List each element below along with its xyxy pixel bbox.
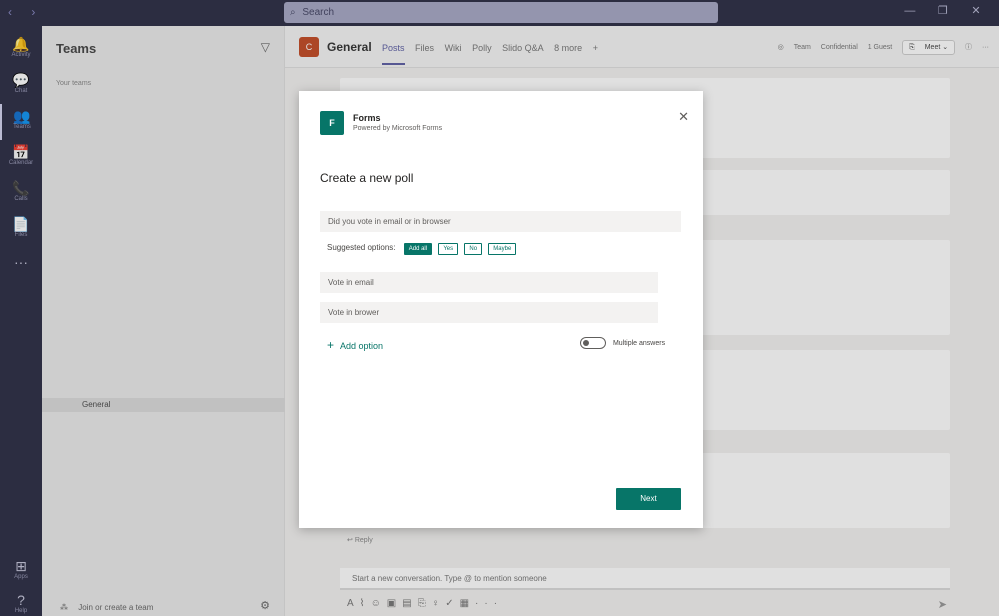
chip-maybe[interactable]: Maybe: [488, 243, 517, 255]
chip-yes[interactable]: Yes: [438, 243, 459, 255]
toggle-switch[interactable]: [580, 337, 606, 349]
multiple-answers-toggle[interactable]: Multiple answers: [580, 337, 665, 349]
chip-no[interactable]: No: [464, 243, 483, 255]
create-poll-dialog: F Forms Powered by Microsoft Forms ✕ Cre…: [299, 91, 703, 528]
dialog-app-subtitle: Powered by Microsoft Forms: [353, 125, 443, 132]
close-icon[interactable]: ✕: [678, 109, 689, 125]
toggle-knob: [583, 340, 589, 346]
add-all-button[interactable]: Add all: [403, 243, 433, 255]
suggested-options: Suggested options: Add all Yes No Maybe: [327, 243, 517, 255]
forms-logo-icon: F: [320, 111, 344, 135]
option-input-2[interactable]: Vote in brower: [320, 302, 658, 323]
option-input-1[interactable]: Vote in email: [320, 272, 658, 293]
add-option-button[interactable]: + Add option: [327, 338, 383, 352]
dialog-app-name: Forms: [353, 113, 381, 123]
question-input[interactable]: Did you vote in email or in browser: [320, 211, 681, 232]
multiple-answers-label: Multiple answers: [612, 339, 666, 347]
dialog-heading: Create a new poll: [320, 171, 414, 185]
add-option-label: Add option: [340, 341, 384, 351]
suggested-label: Suggested options:: [327, 243, 396, 252]
next-button[interactable]: Next: [616, 488, 681, 510]
plus-icon: +: [327, 338, 335, 352]
